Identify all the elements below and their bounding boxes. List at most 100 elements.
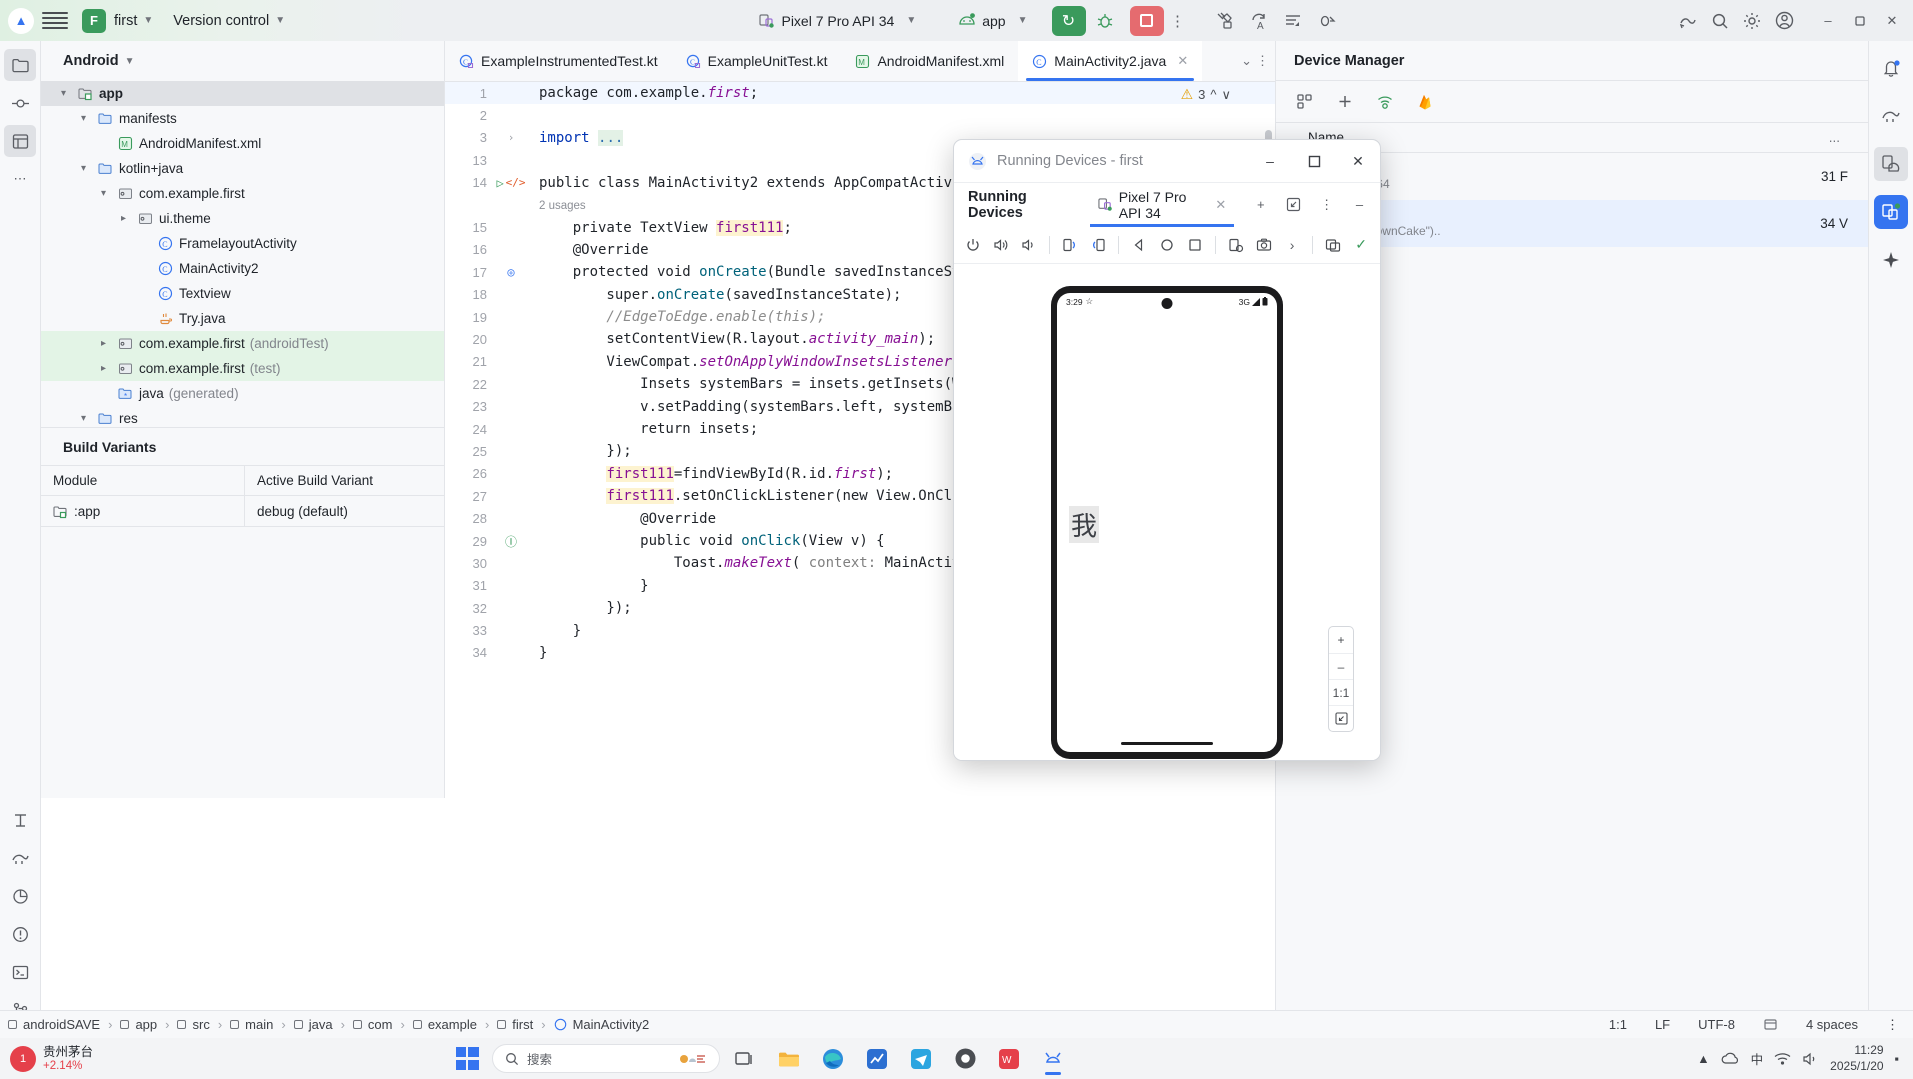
- gemini-assistant-icon[interactable]: [1874, 243, 1908, 277]
- firebase-icon[interactable]: [1410, 87, 1440, 117]
- tray-network-icon[interactable]: [1774, 1052, 1791, 1066]
- prev-problem-icon[interactable]: ^: [1210, 87, 1216, 102]
- wps-office-icon[interactable]: W: [990, 1042, 1028, 1076]
- editor-tab-mainactivity2-java[interactable]: C MainActivity2.java ✕: [1018, 41, 1203, 81]
- stop-button[interactable]: [1129, 5, 1164, 36]
- hide-panel-icon[interactable]: –: [1347, 190, 1372, 220]
- gesture-nav-bar[interactable]: [1121, 741, 1213, 745]
- add-device-icon[interactable]: +: [1248, 190, 1273, 220]
- code-with-me-icon[interactable]: [1673, 6, 1703, 36]
- column-more-icon[interactable]: ...: [1829, 130, 1868, 145]
- volume-down-icon[interactable]: [1016, 231, 1042, 258]
- project-view-icon[interactable]: [4, 49, 36, 81]
- android-studio-taskbar-icon[interactable]: [1034, 1042, 1072, 1076]
- show-desktop-icon[interactable]: ▪: [1895, 1052, 1899, 1066]
- run-button[interactable]: ↻: [1051, 5, 1086, 36]
- editor-tab-exampleinstrumentedtest-kt[interactable]: C ExampleInstrumentedTest.kt: [445, 41, 672, 81]
- chevron-down-icon[interactable]: ▾: [75, 413, 92, 424]
- breadcrumb-item[interactable]: first: [489, 1017, 541, 1032]
- chevron-down-icon[interactable]: ▾: [55, 88, 72, 99]
- resource-manager-icon[interactable]: [4, 125, 36, 157]
- breadcrumb-item[interactable]: main: [222, 1017, 281, 1032]
- tree-node-try-java[interactable]: Try.java: [41, 306, 444, 331]
- caret-position[interactable]: 1:1: [1595, 1017, 1641, 1032]
- add-device-icon[interactable]: [1330, 87, 1360, 117]
- chevron-right-icon[interactable]: ▸: [115, 213, 132, 224]
- commit-icon[interactable]: [4, 87, 36, 119]
- debug-icon[interactable]: [1090, 6, 1120, 36]
- breadcrumb-item[interactable]: example: [405, 1017, 485, 1032]
- taskbar-clock[interactable]: 11:29 2025/1/20: [1830, 1043, 1883, 1074]
- minimize-icon[interactable]: –: [1813, 6, 1843, 36]
- run-class-icon[interactable]: ▷: [496, 176, 503, 190]
- running-device-tab[interactable]: Pixel 7 Pro API 34 ✕: [1089, 183, 1235, 227]
- edge-browser-icon[interactable]: [814, 1042, 852, 1076]
- more-tool-windows-icon[interactable]: ⋯: [4, 163, 36, 195]
- tree-node-framelayoutactivity[interactable]: C FramelayoutActivity: [41, 231, 444, 256]
- line-separator[interactable]: LF: [1641, 1017, 1684, 1032]
- notifications-icon[interactable]: [1874, 51, 1908, 85]
- version-control-menu[interactable]: Version control: [173, 13, 269, 29]
- zoom-in-button[interactable]: +: [1329, 627, 1353, 653]
- code-line[interactable]: 2: [445, 104, 1275, 126]
- zoom-out-button[interactable]: –: [1329, 653, 1353, 679]
- taskbar-search-box[interactable]: 搜索: [492, 1044, 720, 1073]
- settings-gear-icon[interactable]: [1737, 6, 1767, 36]
- more-vertical-icon[interactable]: ⋮: [1168, 12, 1188, 30]
- overview-icon[interactable]: [1182, 231, 1208, 258]
- file-explorer-icon[interactable]: [770, 1042, 808, 1076]
- chevron-down-icon[interactable]: ▼: [906, 15, 916, 26]
- breadcrumb-item[interactable]: java: [286, 1017, 341, 1032]
- more-vertical-icon[interactable]: ⋮: [1256, 53, 1269, 69]
- breadcrumb-item[interactable]: androidSAVE: [0, 1017, 108, 1032]
- chevron-down-icon[interactable]: ▼: [1018, 15, 1028, 26]
- window-maximize-icon[interactable]: [1292, 140, 1336, 182]
- breadcrumb-item[interactable]: src: [169, 1017, 217, 1032]
- gradle-icon[interactable]: [1874, 99, 1908, 133]
- breadcrumb-item[interactable]: MainActivity2: [546, 1017, 658, 1032]
- close-icon[interactable]: ✕: [1877, 6, 1907, 36]
- tree-node-mainactivity2[interactable]: C MainActivity2: [41, 256, 444, 281]
- rotate-left-icon[interactable]: [1057, 231, 1083, 258]
- lock-icon[interactable]: [1749, 1017, 1792, 1032]
- chevron-down-icon[interactable]: ▾: [75, 163, 92, 174]
- windows-start-icon[interactable]: [448, 1042, 486, 1076]
- tray-volume-icon[interactable]: [1802, 1052, 1819, 1066]
- chevron-down-icon[interactable]: ▼: [275, 15, 285, 26]
- tree-node-kotlin-java[interactable]: ▾ kotlin+java: [41, 156, 444, 181]
- emulator-view[interactable]: 3:29 ☆ 3G 我 + – 1:1: [954, 264, 1380, 760]
- indent-setting[interactable]: 4 spaces: [1792, 1017, 1872, 1032]
- account-icon[interactable]: [1769, 6, 1799, 36]
- tree-node-com-example-first[interactable]: ▸ com.example.first (androidTest): [41, 331, 444, 356]
- chevron-down-icon[interactable]: ▼: [143, 15, 153, 26]
- tree-node-com-example-first[interactable]: ▸ com.example.first (test): [41, 356, 444, 381]
- inspection-widget[interactable]: ⚠ 3 ^ ∨: [1181, 86, 1231, 103]
- home-icon[interactable]: [1154, 231, 1180, 258]
- window-minimize-icon[interactable]: –: [1248, 140, 1292, 182]
- run-configuration-selector[interactable]: app ▼: [950, 10, 1035, 32]
- chrome-app-icon[interactable]: [946, 1042, 984, 1076]
- screenshot-folder-icon[interactable]: [1223, 231, 1249, 258]
- close-icon[interactable]: ✕: [1215, 197, 1226, 213]
- implements-method-icon[interactable]: Ⓘ: [505, 533, 517, 550]
- telegram-app-icon[interactable]: [902, 1042, 940, 1076]
- close-icon[interactable]: ✕: [1177, 53, 1188, 69]
- chevron-down-icon[interactable]: ▾: [75, 113, 92, 124]
- tray-cloud-icon[interactable]: [1721, 1051, 1740, 1066]
- app-textview[interactable]: 我: [1069, 506, 1100, 543]
- editor-tab-exampleunittest-kt[interactable]: C ExampleUnitTest.kt: [672, 41, 842, 81]
- back-icon[interactable]: [1126, 231, 1152, 258]
- tree-node-textview[interactable]: C Textview: [41, 281, 444, 306]
- minimize-panel-icon[interactable]: [1281, 190, 1306, 220]
- weather-widget-icon[interactable]: [677, 1051, 707, 1067]
- tree-node-java[interactable]: * java (generated): [41, 381, 444, 406]
- pair-wifi-icon[interactable]: [1370, 87, 1400, 117]
- running-devices-icon[interactable]: [1874, 195, 1908, 229]
- rotate-right-icon[interactable]: [1085, 231, 1111, 258]
- breadcrumb-item[interactable]: com: [345, 1017, 401, 1032]
- zoom-level-label[interactable]: 1:1: [1329, 679, 1353, 705]
- window-close-icon[interactable]: ✕: [1336, 140, 1380, 182]
- display-mode-icon[interactable]: [1320, 231, 1346, 258]
- gradle-elephant-icon[interactable]: [4, 842, 36, 874]
- build-project-icon[interactable]: [1210, 6, 1240, 36]
